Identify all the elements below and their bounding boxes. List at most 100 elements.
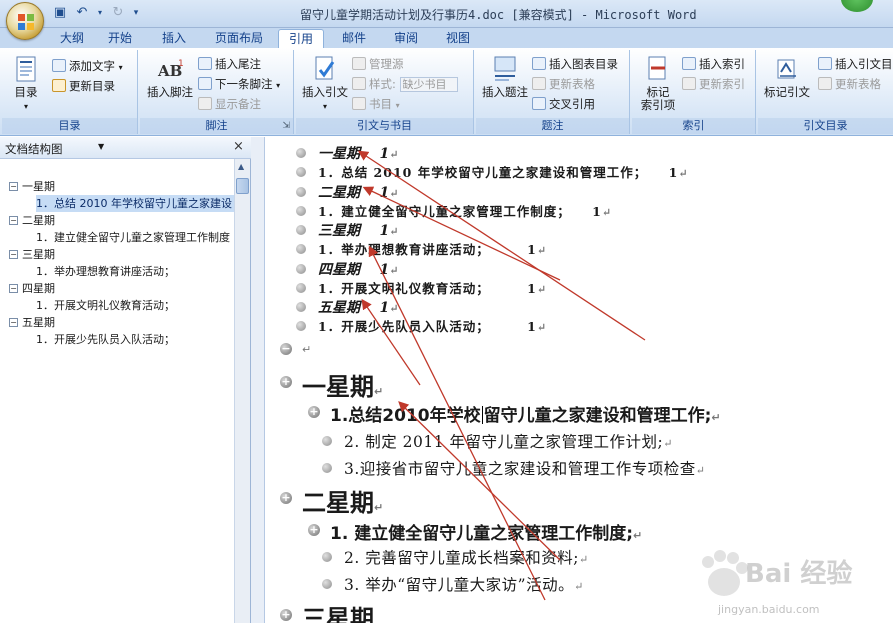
redo-icon[interactable]: ↻ bbox=[110, 5, 126, 21]
toc-entry-week4[interactable]: 四星期 1↵ bbox=[318, 259, 398, 279]
show-notes-button[interactable]: 显示备注 bbox=[198, 96, 261, 112]
tree-node-week3[interactable]: − 三星期 bbox=[0, 246, 234, 263]
toc-entry-week5[interactable]: 五星期 1↵ bbox=[318, 297, 398, 317]
collapse-icon[interactable]: − bbox=[9, 284, 18, 293]
scroll-up-icon[interactable]: ▲ bbox=[238, 162, 244, 171]
cross-reference-button[interactable]: 交叉引用 bbox=[532, 96, 595, 112]
mark-entry-button[interactable]: 标记 索引项 bbox=[636, 54, 680, 112]
scrollbar-thumb[interactable] bbox=[236, 178, 249, 194]
tab-mailings[interactable]: 邮件 bbox=[334, 29, 374, 48]
footnote-dialog-launcher-icon[interactable]: ⇲ bbox=[282, 121, 290, 131]
outline-bullet[interactable] bbox=[322, 552, 332, 562]
collapse-field-icon[interactable]: − bbox=[280, 343, 292, 355]
expand-heading-icon[interactable]: + bbox=[280, 376, 292, 388]
insert-caption-button[interactable]: 插入题注 bbox=[480, 54, 530, 99]
update-index-button[interactable]: 更新索引 bbox=[682, 76, 745, 92]
toc-entry-week3[interactable]: 三星期 1↵ bbox=[318, 220, 398, 240]
manage-sources-button[interactable]: 管理源 bbox=[352, 56, 404, 72]
bibliography-button[interactable]: 书目 ▾ bbox=[352, 96, 400, 112]
insert-toa-button[interactable]: 插入引文目 bbox=[818, 56, 893, 72]
tree-node-week1-item[interactable]: 1．总结 2010 年学校留守儿童之家建设 bbox=[0, 195, 234, 212]
outline-bullet[interactable] bbox=[296, 264, 306, 274]
expand-heading-icon[interactable]: + bbox=[308, 406, 320, 418]
tab-home[interactable]: 开始 bbox=[102, 29, 138, 48]
expand-heading-icon[interactable]: + bbox=[308, 524, 320, 536]
add-text-button[interactable]: 添加文字 ▾ bbox=[52, 58, 123, 74]
collapse-icon[interactable]: − bbox=[9, 182, 18, 191]
next-footnote-button[interactable]: 下一条脚注 ▾ bbox=[198, 76, 280, 92]
heading-week1-item1[interactable]: 1.总结2010年学校 留守儿童之家建设和管理工作;↵ bbox=[330, 401, 721, 426]
tree-node-week5[interactable]: − 五星期 bbox=[0, 314, 234, 331]
mark-citation-label: 标记引文 bbox=[764, 85, 810, 99]
body-week1-sub1[interactable]: 2. 制定 2011 年留守儿童之家管理工作计划;↵ bbox=[344, 430, 673, 452]
style-selector[interactable]: 样式: 缺少书目 bbox=[352, 76, 458, 92]
toc-button[interactable]: 目录 ▾ bbox=[8, 54, 44, 113]
heading-week2-item1[interactable]: 1. 建立健全留守儿童之家管理工作制度;↵ bbox=[330, 519, 642, 544]
tree-node-week2[interactable]: − 二星期 bbox=[0, 212, 234, 229]
toc-entry-text: 1．建立健全留守儿童之家管理工作制度； bbox=[318, 204, 571, 219]
outline-bullet[interactable] bbox=[296, 206, 306, 216]
insert-endnote-button[interactable]: 插入尾注 bbox=[198, 56, 261, 72]
toc-entry-week5-item[interactable]: 1．开展少先队员入队活动； 1↵ bbox=[318, 316, 547, 335]
tab-insert[interactable]: 插入 bbox=[154, 29, 194, 48]
toc-entry-week2-item[interactable]: 1．建立健全留守儿童之家管理工作制度； 1↵ bbox=[318, 201, 612, 220]
toc-entry-week1-item[interactable]: 1．总结 2010 年学校留守儿童之家建设和管理工作； 1↵ bbox=[318, 162, 689, 181]
document-map-dropdown-icon[interactable]: ▼ bbox=[98, 142, 104, 151]
undo-icon[interactable]: ↶ bbox=[74, 5, 90, 21]
tree-node-week2-item[interactable]: 1．建立健全留守儿童之家管理工作制度 bbox=[0, 229, 234, 246]
expand-heading-icon[interactable]: + bbox=[280, 609, 292, 621]
tab-review[interactable]: 审阅 bbox=[386, 29, 426, 48]
tree-node-week1[interactable]: − 一星期 bbox=[0, 178, 234, 195]
update-toc-button[interactable]: 更新目录 bbox=[52, 78, 115, 94]
toc-entry-week1[interactable]: 一星期 1↵ bbox=[318, 143, 398, 163]
insert-table-of-figures-button[interactable]: 插入图表目录 bbox=[532, 56, 618, 72]
expand-heading-icon[interactable]: + bbox=[280, 492, 292, 504]
outline-bullet[interactable] bbox=[296, 225, 306, 235]
close-icon[interactable]: × bbox=[233, 139, 244, 154]
tab-references[interactable]: 引用 bbox=[278, 29, 324, 48]
outline-bullet[interactable] bbox=[296, 302, 306, 312]
heading-week3[interactable]: 三星期 bbox=[302, 599, 374, 623]
heading-week1[interactable]: 一星期↵ bbox=[302, 367, 383, 402]
outline-bullet[interactable] bbox=[296, 321, 306, 331]
style-dropdown[interactable]: 缺少书目 bbox=[399, 77, 458, 92]
insert-footnote-button[interactable]: AB 1 插入脚注 bbox=[143, 54, 197, 99]
outline-bullet[interactable] bbox=[296, 244, 306, 254]
toc-entry-week2[interactable]: 二星期 1↵ bbox=[318, 182, 398, 202]
collapse-icon[interactable]: − bbox=[9, 318, 18, 327]
toc-page-number: 1 bbox=[668, 165, 679, 180]
outline-bullet[interactable] bbox=[296, 283, 306, 293]
office-button[interactable] bbox=[6, 2, 44, 40]
collapse-icon[interactable]: − bbox=[9, 250, 18, 259]
outline-bullet[interactable] bbox=[322, 436, 332, 446]
tree-node-week3-item[interactable]: 1．举办理想教育讲座活动； bbox=[0, 263, 234, 280]
tree-node-week4[interactable]: − 四星期 bbox=[0, 280, 234, 297]
heading-week2[interactable]: 二星期↵ bbox=[302, 483, 383, 518]
tree-node-week4-item[interactable]: 1．开展文明礼仪教育活动； bbox=[0, 297, 234, 314]
tree-node-week5-item[interactable]: 1．开展少先队员入队活动； bbox=[0, 331, 234, 348]
body-week1-sub2[interactable]: 3.迎接省市留守儿童之家建设和管理工作专项检查↵ bbox=[344, 457, 706, 479]
tab-view[interactable]: 视图 bbox=[438, 29, 478, 48]
update-table-button[interactable]: 更新表格 bbox=[532, 76, 595, 92]
update-toa-button[interactable]: 更新表格 bbox=[818, 76, 881, 92]
undo-dropdown-icon[interactable]: ▾ bbox=[96, 5, 104, 21]
insert-citation-button[interactable]: 插入引文 ▾ bbox=[300, 54, 350, 113]
mark-citation-button[interactable]: 标记引文 bbox=[760, 54, 814, 99]
toc-entry-week4-item[interactable]: 1．开展文明礼仪教育活动； 1↵ bbox=[318, 278, 547, 297]
insert-index-button[interactable]: 插入索引 bbox=[682, 56, 745, 72]
collapse-icon[interactable]: − bbox=[9, 216, 18, 225]
tab-page-layout[interactable]: 页面布局 bbox=[208, 29, 270, 48]
body-week2-sub1[interactable]: 2. 完善留守儿童成长档案和资料;↵ bbox=[344, 546, 589, 568]
document-map-scrollbar[interactable]: ▲ bbox=[234, 159, 250, 623]
customize-qat-icon[interactable]: ▾ bbox=[132, 5, 140, 21]
tab-outline[interactable]: 大纲 bbox=[54, 29, 90, 48]
outline-bullet[interactable] bbox=[296, 167, 306, 177]
outline-bullet[interactable] bbox=[296, 148, 306, 158]
save-icon[interactable]: ▣ bbox=[52, 5, 68, 21]
body-week2-sub2[interactable]: 3. 举办“留守儿童大家访”活动。↵ bbox=[344, 573, 584, 595]
group-authorities: 标记引文 插入引文目 更新表格 引文目录 bbox=[758, 50, 893, 134]
toc-entry-week3-item[interactable]: 1．举办理想教育讲座活动； 1↵ bbox=[318, 239, 547, 258]
outline-bullet[interactable] bbox=[296, 187, 306, 197]
outline-bullet[interactable] bbox=[322, 463, 332, 473]
outline-bullet[interactable] bbox=[322, 579, 332, 589]
